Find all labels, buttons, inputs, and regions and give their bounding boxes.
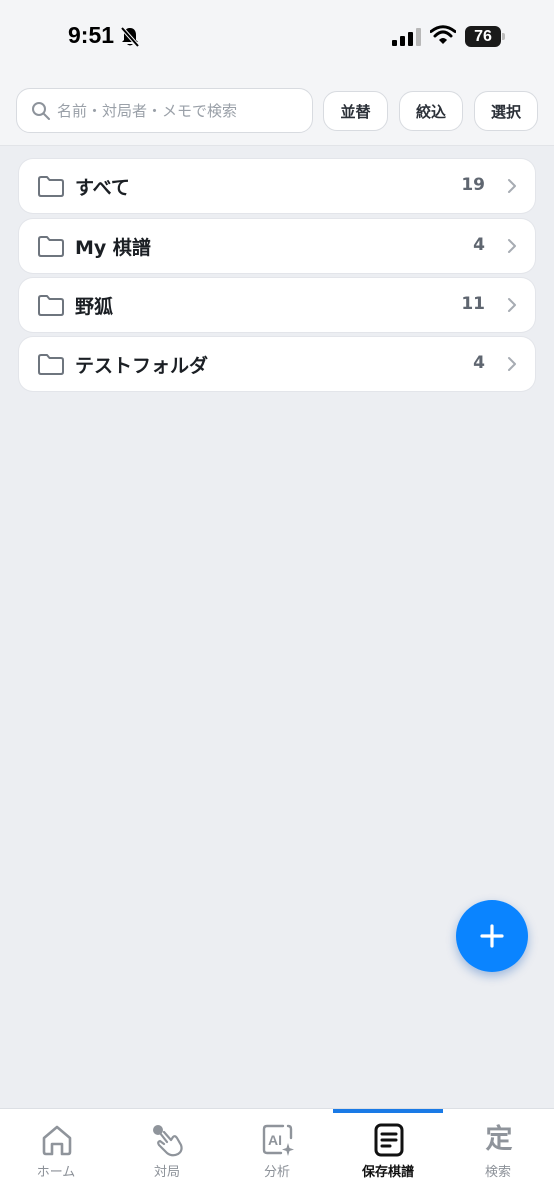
toolbar: 並替 絞込 選択: [0, 76, 554, 146]
filter-button[interactable]: 絞込: [399, 91, 463, 131]
folder-row-all[interactable]: すべて 19: [19, 159, 535, 213]
search-input[interactable]: [57, 97, 307, 125]
folder-name: 野狐: [75, 296, 114, 318]
tab-label: 対局: [153, 1165, 180, 1180]
folder-name: My 棋譜: [75, 237, 151, 259]
tab-game[interactable]: 対局: [112, 1109, 222, 1189]
cellular-signal-icon: [392, 28, 421, 46]
battery-cap: [502, 33, 505, 40]
search-icon: [32, 102, 50, 120]
tab-bar: ホーム 対局 AI 分析 保存棋譜 定 検索: [0, 1108, 554, 1200]
chevron-right-icon: [508, 179, 516, 193]
status-bar: 9:51 76: [0, 0, 554, 76]
document-icon: [374, 1123, 404, 1157]
add-folder-button[interactable]: [456, 900, 528, 972]
folder-icon: [38, 236, 64, 257]
status-time: 9:51: [68, 22, 115, 48]
battery-icon: 76: [465, 26, 505, 47]
folder-icon: [38, 295, 64, 316]
folder-icon: [38, 354, 64, 375]
wifi-icon: [430, 25, 456, 44]
folder-count: 11: [461, 294, 485, 314]
folder-count: 4: [473, 353, 485, 373]
sort-button[interactable]: 並替: [323, 91, 388, 131]
folder-name: すべて: [75, 177, 130, 199]
tab-analysis[interactable]: AI 分析: [222, 1109, 332, 1189]
svg-text:AI: AI: [268, 1132, 282, 1148]
folder-row-yeho[interactable]: 野狐 11: [19, 278, 535, 332]
folder-icon: [38, 176, 64, 197]
folder-row-my-kifu[interactable]: My 棋譜 4: [19, 219, 535, 273]
tab-label: 保存棋譜: [361, 1165, 414, 1180]
tab-label: 検索: [484, 1165, 511, 1180]
home-icon: [42, 1125, 72, 1156]
chevron-right-icon: [508, 239, 516, 253]
ai-sparkle-icon: AI: [262, 1124, 294, 1156]
tab-saved-kifu[interactable]: 保存棋譜: [333, 1109, 443, 1189]
folder-name: テストフォルダ: [75, 355, 209, 377]
search-box[interactable]: [16, 88, 313, 133]
tap-hand-icon: [153, 1125, 183, 1157]
tab-home[interactable]: ホーム: [1, 1109, 111, 1189]
plus-icon: [480, 924, 504, 948]
chevron-right-icon: [508, 298, 516, 312]
mute-bell-icon: [120, 26, 140, 48]
battery-level: 76: [465, 26, 501, 47]
folder-count: 4: [473, 235, 485, 255]
tab-label: ホーム: [36, 1165, 76, 1180]
tab-search[interactable]: 定 検索: [443, 1109, 553, 1189]
folder-row-test-folder[interactable]: テストフォルダ 4: [19, 337, 535, 391]
folder-count: 19: [461, 175, 485, 195]
tab-label: 分析: [263, 1165, 290, 1180]
select-button[interactable]: 選択: [474, 91, 538, 131]
chevron-right-icon: [508, 357, 516, 371]
kanji-tei-icon: 定: [485, 1124, 513, 1155]
